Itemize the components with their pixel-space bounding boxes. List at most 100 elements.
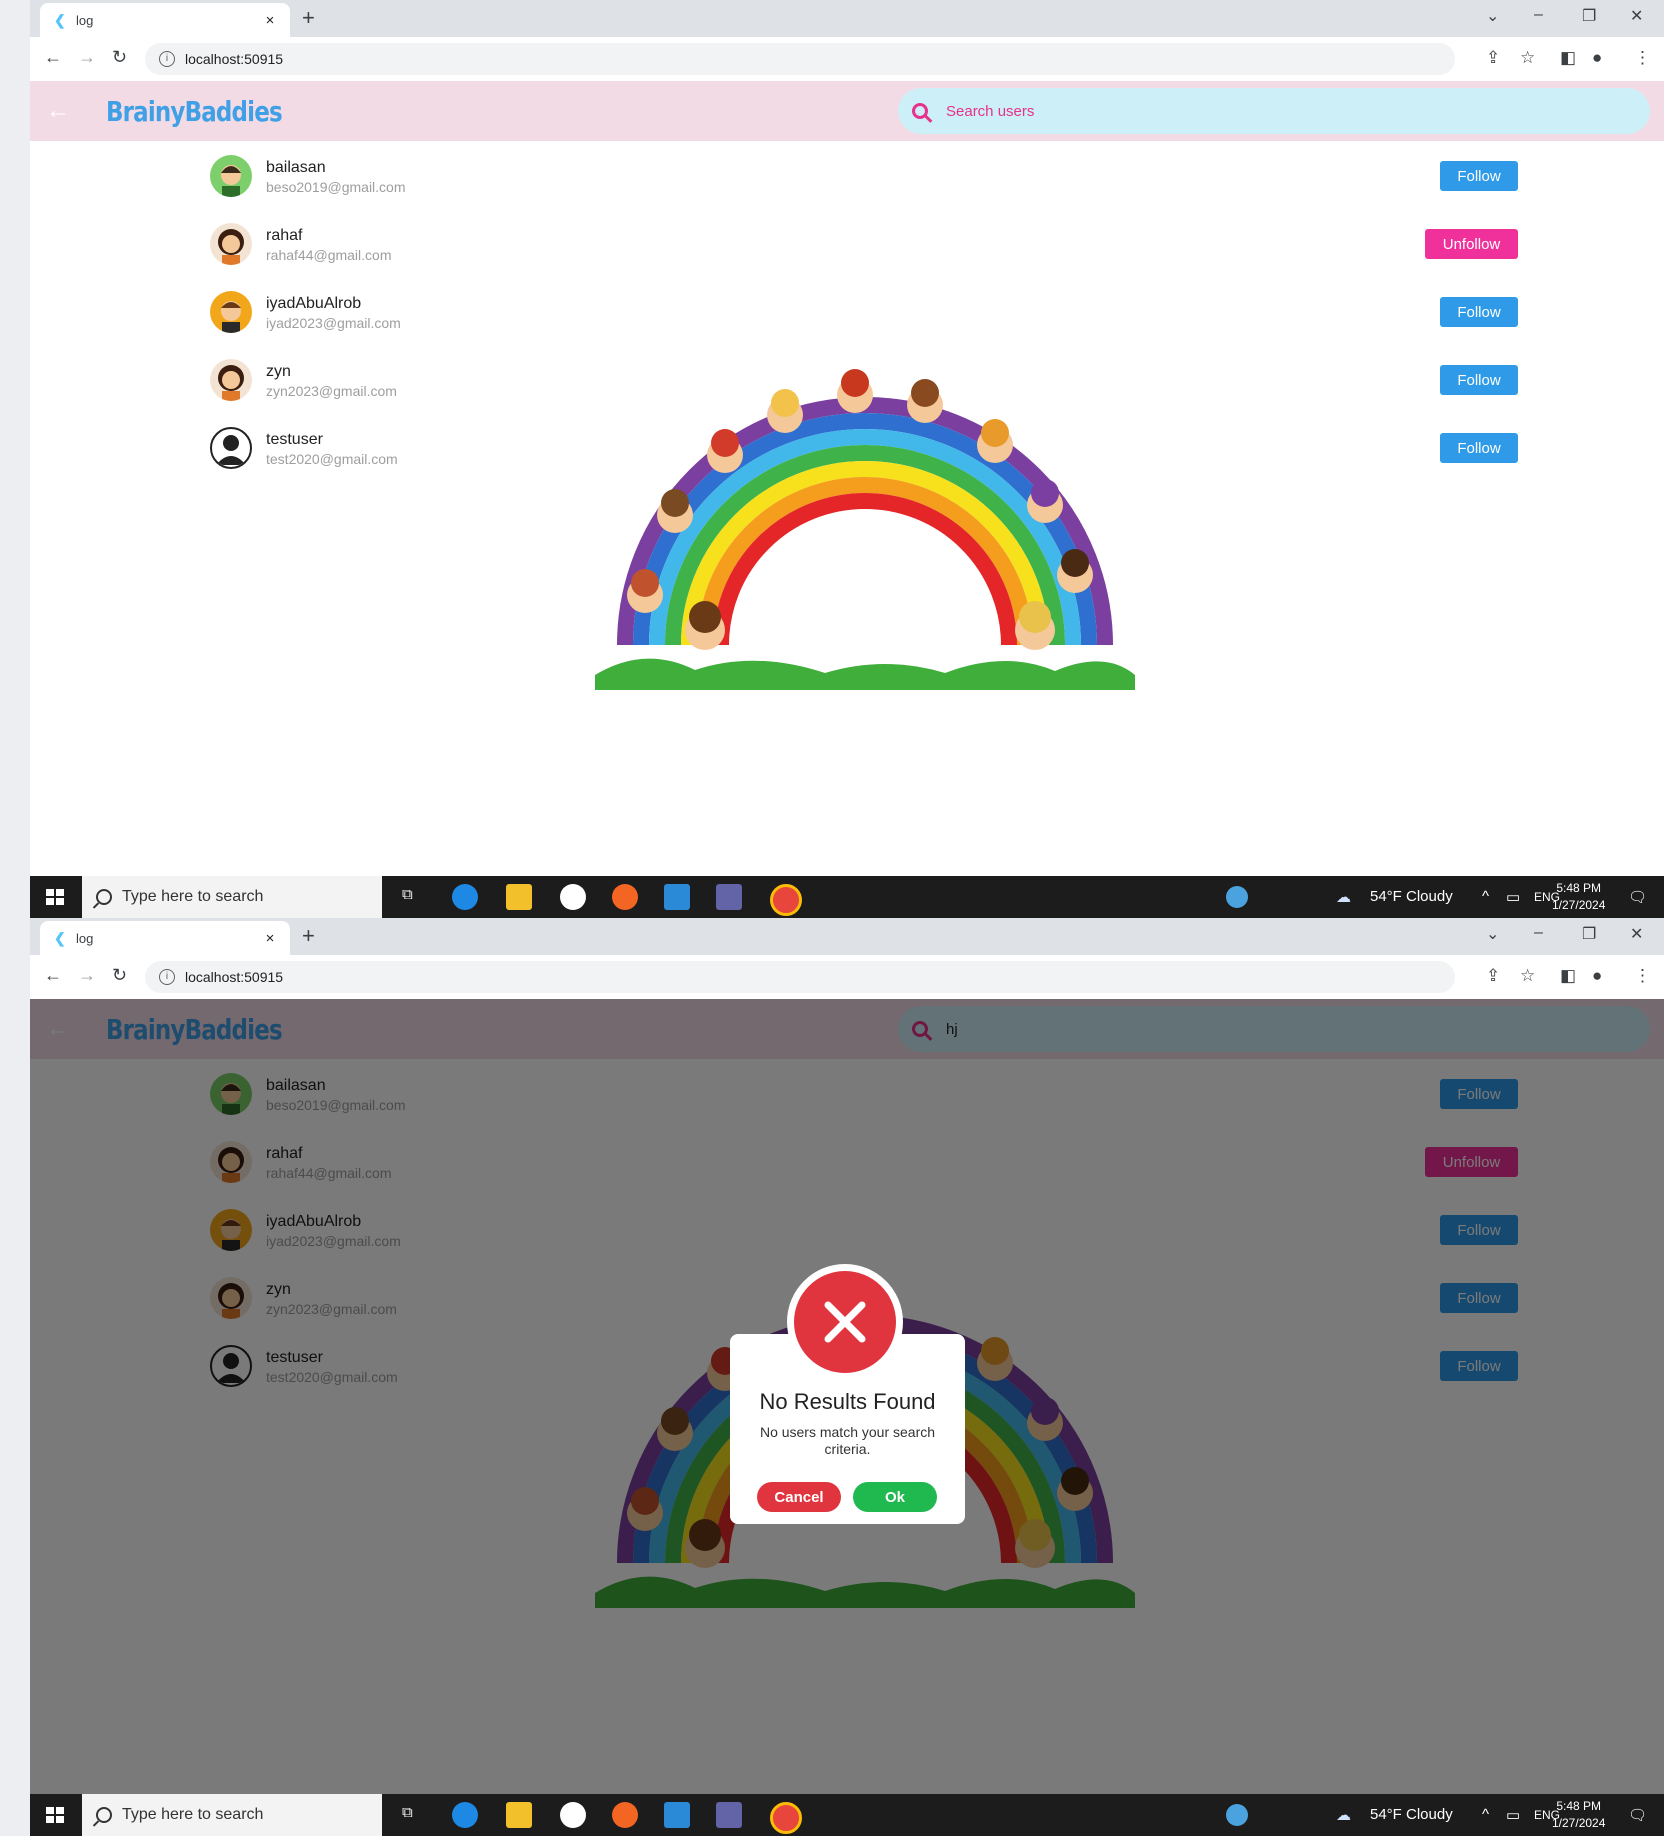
back-arrow-icon[interactable]: ← [46, 97, 70, 125]
follow-button[interactable]: Follow [1440, 161, 1518, 191]
clock-time: 5:48 PM [1556, 881, 1602, 895]
windows-start-icon[interactable] [46, 1807, 64, 1823]
error-badge [787, 1264, 903, 1380]
menu-kebab-icon[interactable]: ⋮ [1634, 48, 1651, 68]
tab-search-icon[interactable]: ⌄ [1486, 924, 1499, 944]
ok-button[interactable]: Ok [853, 1482, 937, 1512]
browser-tab[interactable]: ❮ log × [40, 921, 290, 955]
minimize-icon[interactable]: – [1534, 924, 1543, 942]
reload-icon[interactable]: ↻ [112, 965, 127, 986]
user-email: rahaf44@gmail.com [266, 247, 392, 263]
browser-toolbar: ← → ↻ i localhost:50915 ⇪ ☆ ◧ ● ⋮ [30, 955, 1664, 1000]
new-tab-button[interactable]: + [302, 923, 315, 949]
chevron-up-icon[interactable]: ^ [1482, 1806, 1489, 1823]
brand-title: BrainyBaddies [106, 95, 283, 128]
unfollow-button[interactable]: Unfollow [1425, 229, 1518, 259]
chevron-up-icon[interactable]: ^ [1482, 888, 1489, 905]
battery-icon[interactable]: ▭ [1506, 1806, 1520, 1824]
user-email: iyad2023@gmail.com [266, 315, 401, 331]
taskbar-clock[interactable]: 5:48 PM 1/27/2024 [1552, 1798, 1605, 1832]
avatar [210, 427, 252, 469]
weather-text[interactable]: 54°F Cloudy [1370, 888, 1453, 905]
profile-icon[interactable]: ● [1592, 966, 1602, 986]
cloud-icon: ☁ [1336, 889, 1351, 906]
notification-icon[interactable]: 🗨 [1628, 888, 1647, 906]
window-close-icon[interactable]: ✕ [1630, 924, 1643, 944]
back-icon[interactable]: ← [44, 965, 62, 986]
vscode-icon[interactable] [664, 1802, 690, 1828]
new-tab-button[interactable]: + [302, 5, 315, 31]
tab-title: log [76, 930, 94, 946]
share-icon[interactable]: ⇪ [1486, 966, 1500, 986]
close-tab-icon[interactable]: × [260, 930, 280, 947]
task-view-icon[interactable]: ⧉ [402, 1804, 413, 1821]
taskbar-search[interactable]: Type here to search [82, 1794, 382, 1836]
forward-icon[interactable]: → [78, 47, 96, 68]
window-close-icon[interactable]: ✕ [1630, 6, 1643, 26]
windows-start-icon[interactable] [46, 889, 64, 905]
menu-kebab-icon[interactable]: ⋮ [1634, 966, 1651, 986]
weather-text[interactable]: 54°F Cloudy [1370, 1806, 1453, 1823]
help-icon[interactable] [1226, 886, 1248, 908]
side-panel-icon[interactable]: ◧ [1560, 48, 1576, 68]
search-icon [96, 1807, 112, 1823]
taskbar-clock[interactable]: 5:48 PM 1/27/2024 [1552, 880, 1605, 914]
error-x-icon [794, 1271, 896, 1373]
search-bar[interactable] [898, 88, 1650, 134]
follow-button[interactable]: Follow [1440, 365, 1518, 395]
windows-taskbar: Type here to search ⧉ ☁ 54°F Cloudy ^ ▭ … [30, 1794, 1664, 1836]
site-info-icon[interactable]: i [159, 969, 175, 985]
bookmark-star-icon[interactable]: ☆ [1520, 966, 1535, 986]
tab-search-icon[interactable]: ⌄ [1486, 6, 1499, 26]
user-name: bailasan [266, 159, 326, 176]
edge-icon[interactable] [452, 1802, 478, 1828]
address-bar[interactable]: i localhost:50915 [145, 43, 1455, 75]
user-name: zyn [266, 363, 291, 380]
user-email: beso2019@gmail.com [266, 179, 406, 195]
restore-icon[interactable]: ❐ [1582, 924, 1596, 944]
follow-button[interactable]: Follow [1440, 433, 1518, 463]
share-icon[interactable]: ⇪ [1486, 48, 1500, 68]
side-panel-icon[interactable]: ◧ [1560, 966, 1576, 986]
teams-icon[interactable] [716, 1802, 742, 1828]
back-icon[interactable]: ← [44, 47, 62, 68]
restore-icon[interactable]: ❐ [1582, 6, 1596, 26]
vscode-icon[interactable] [664, 884, 690, 910]
flutter-icon: ❮ [54, 12, 66, 28]
postman-icon[interactable] [612, 884, 638, 910]
edge-icon[interactable] [452, 884, 478, 910]
reload-icon[interactable]: ↻ [112, 47, 127, 68]
browser-tab[interactable]: ❮ log × [40, 3, 290, 37]
search-input[interactable] [944, 101, 1548, 121]
search-icon [96, 889, 112, 905]
dialog-title: No Results Found [759, 1389, 936, 1414]
app-icon[interactable] [560, 884, 586, 910]
forward-icon[interactable]: → [78, 965, 96, 986]
teams-icon[interactable] [716, 884, 742, 910]
avatar [210, 291, 252, 333]
chrome-icon[interactable] [770, 1802, 802, 1834]
close-tab-icon[interactable]: × [260, 12, 280, 29]
file-explorer-icon[interactable] [506, 884, 532, 910]
user-email: test2020@gmail.com [266, 451, 398, 467]
minimize-icon[interactable]: – [1534, 6, 1543, 24]
chrome-icon[interactable] [770, 884, 802, 916]
file-explorer-icon[interactable] [506, 1802, 532, 1828]
task-view-icon[interactable]: ⧉ [402, 886, 413, 903]
help-icon[interactable] [1226, 1804, 1248, 1826]
cancel-button[interactable]: Cancel [757, 1482, 841, 1512]
taskbar-search-text: Type here to search [122, 1806, 264, 1823]
app-bar: ← BrainyBaddies [30, 81, 1664, 141]
follow-button[interactable]: Follow [1440, 297, 1518, 327]
postman-icon[interactable] [612, 1802, 638, 1828]
taskbar-search-text: Type here to search [122, 888, 264, 905]
taskbar-search[interactable]: Type here to search [82, 876, 382, 918]
user-email: zyn2023@gmail.com [266, 383, 397, 399]
site-info-icon[interactable]: i [159, 51, 175, 67]
bookmark-star-icon[interactable]: ☆ [1520, 48, 1535, 68]
battery-icon[interactable]: ▭ [1506, 888, 1520, 906]
app-icon[interactable] [560, 1802, 586, 1828]
notification-icon[interactable]: 🗨 [1628, 1806, 1647, 1824]
address-bar[interactable]: i localhost:50915 [145, 961, 1455, 993]
profile-icon[interactable]: ● [1592, 48, 1602, 68]
